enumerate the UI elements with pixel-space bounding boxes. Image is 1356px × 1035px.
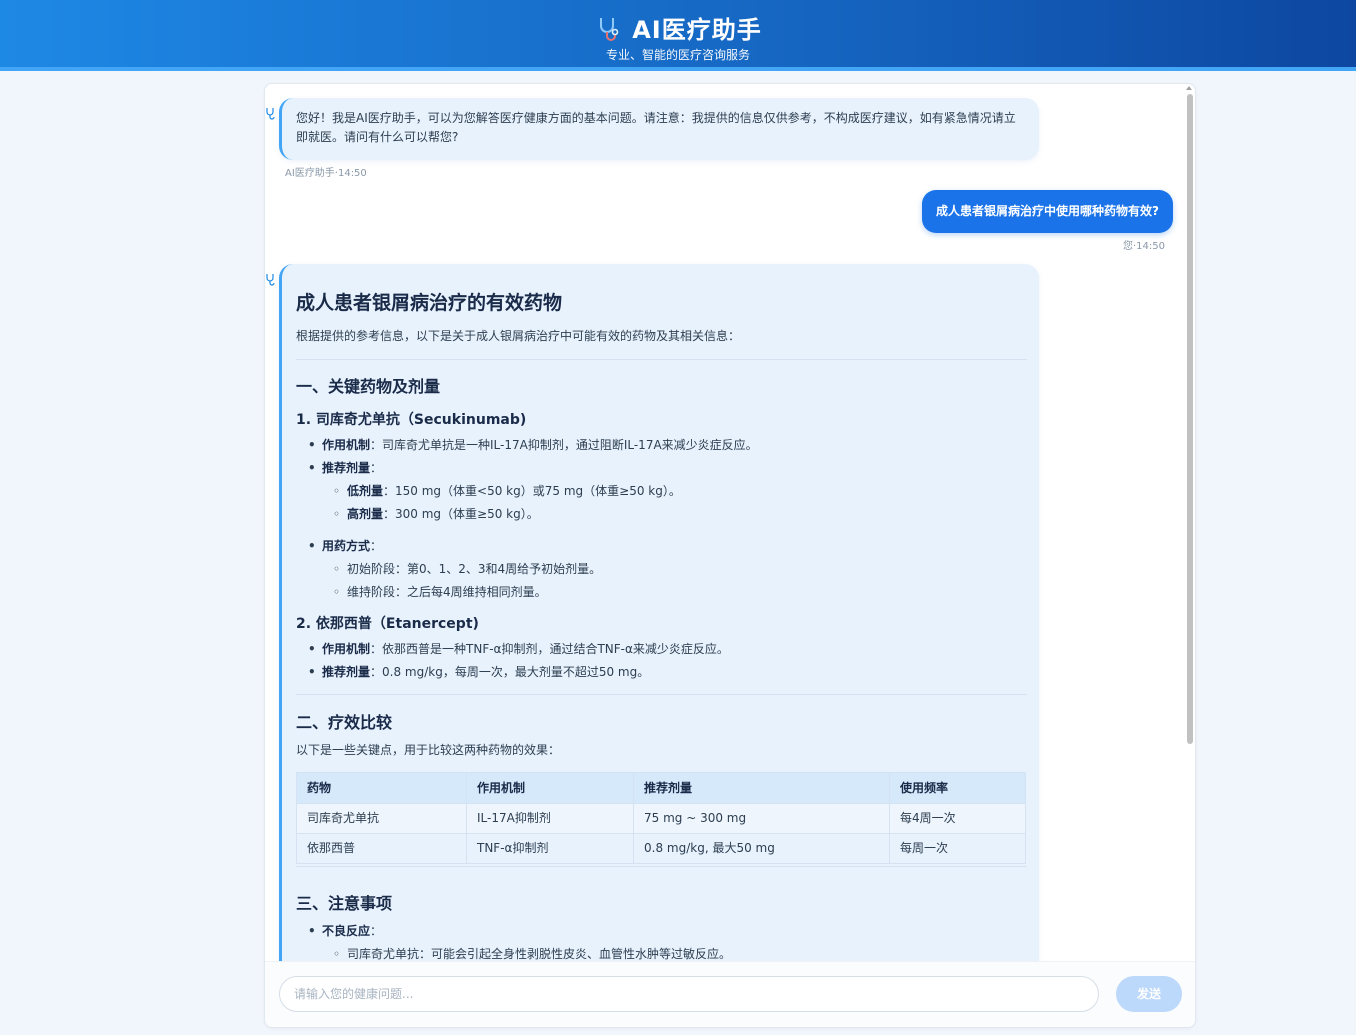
list-item: 维持阶段：之后每4周维持相同剂量。	[333, 583, 547, 602]
table-header: 作用机制	[466, 772, 634, 804]
text: ：	[370, 461, 383, 475]
input-area: 请输入您的健康问题... 发送	[265, 961, 1195, 1027]
text: ：	[370, 539, 383, 553]
app-header: AI医疗助手 专业、智能的医疗咨询服务	[0, 0, 1356, 71]
list-item: 作用机制：司库奇尤单抗是一种IL-17A抑制剂，通过阻断IL-17A来减少炎症反…	[308, 436, 758, 455]
section-heading: 一、关键药物及剂量	[296, 377, 441, 396]
answer-title: 成人患者银屑病治疗的有效药物	[296, 292, 563, 314]
compare-intro: 以下是一些关键点，用于比较这两种药物的效果：	[296, 743, 561, 757]
user-message: 成人患者银屑病治疗中使用哪种药物有效?	[922, 190, 1173, 233]
message-list[interactable]: 您好！我是AI医疗助手，可以为您解答医疗健康方面的基本问题。请注意：我提供的信息…	[265, 84, 1185, 962]
table-cell: 75 mg ~ 300 mg	[633, 803, 890, 834]
divider	[296, 359, 1027, 360]
list-item: 高剂量：300 mg（体重≥50 kg）。	[333, 505, 539, 524]
table-cell: 司库奇尤单抗	[296, 803, 467, 834]
label: 推荐剂量	[322, 665, 371, 679]
input-placeholder: 请输入您的健康问题...	[294, 987, 414, 1001]
table-cell: 每4周一次	[889, 803, 1026, 834]
table-header: 药物	[296, 772, 467, 804]
label: 不良反应	[322, 924, 371, 938]
app-title: AI医疗助手	[632, 16, 762, 44]
bot-message-greeting: 您好！我是AI医疗助手，可以为您解答医疗健康方面的基本问题。请注意：我提供的信息…	[279, 98, 1039, 160]
text: ：	[370, 924, 383, 938]
app-subtitle: 专业、智能的医疗咨询服务	[605, 48, 750, 62]
list-item: 初始阶段：第0、1、2、3和4周给予初始剂量。	[333, 560, 601, 579]
divider	[296, 694, 1027, 695]
message-input[interactable]: 请输入您的健康问题...	[279, 976, 1099, 1012]
bot-message-meta: AI医疗助手·14:50	[285, 168, 367, 179]
stethoscope-icon	[600, 17, 619, 41]
bot-avatar-icon	[266, 274, 275, 286]
list-item: 低剂量：150 mg（体重<50 kg）或75 mg（体重≥50 kg）。	[333, 482, 681, 501]
bot-message-answer: 成人患者银屑病治疗的有效药物 根据提供的参考信息，以下是关于成人银屑病治疗中可能…	[279, 264, 1039, 962]
greeting-text: 您好！我是AI医疗助手，可以为您解答医疗健康方面的基本问题。请注意：我提供的信息…	[296, 111, 1016, 144]
label: 作用机制	[322, 438, 371, 452]
label: 低剂量	[347, 484, 384, 498]
list-item: 用药方式：	[308, 537, 383, 556]
text: ：依那西普是一种TNF-α抑制剂，通过结合TNF-α来减少炎症反应。	[370, 642, 729, 656]
section-heading: 三、注意事项	[296, 894, 393, 913]
table-cell: TNF-α抑制剂	[466, 833, 634, 864]
list-item: 不良反应：	[308, 922, 383, 941]
scrollbar-thumb[interactable]	[1187, 94, 1193, 744]
list-item: 作用机制：依那西普是一种TNF-α抑制剂，通过结合TNF-α来减少炎症反应。	[308, 640, 729, 659]
answer-intro: 根据提供的参考信息，以下是关于成人银屑病治疗中可能有效的药物及其相关信息：	[296, 329, 741, 343]
table-header: 推荐剂量	[633, 772, 890, 804]
label: 推荐剂量	[322, 461, 371, 475]
chat-container: 您好！我是AI医疗助手，可以为您解答医疗健康方面的基本问题。请注意：我提供的信息…	[264, 83, 1196, 1028]
label: 高剂量	[347, 507, 384, 521]
label: 作用机制	[322, 642, 371, 656]
list-item: 司库奇尤单抗：可能会引起全身性剥脱性皮炎、血管性水肿等过敏反应。	[333, 945, 731, 962]
table-row: 司库奇尤单抗 IL-17A抑制剂 75 mg ~ 300 mg 每4周一次	[296, 803, 1026, 834]
table-cell: 0.8 mg/kg, 最大50 mg	[633, 833, 890, 864]
label: 用药方式	[322, 539, 371, 553]
scroll-up-arrow-icon[interactable]	[1186, 86, 1192, 90]
table-cell: IL-17A抑制剂	[466, 803, 634, 834]
table-cell: 每周一次	[889, 833, 1026, 864]
text: ：300 mg（体重≥50 kg）。	[383, 507, 539, 521]
user-message-meta: 您·14:50	[1123, 241, 1165, 252]
send-button[interactable]: 发送	[1116, 976, 1182, 1012]
text: ：0.8 mg/kg，每周一次，最大剂量不超过50 mg。	[370, 665, 650, 679]
table-header-row: 药物 作用机制 推荐剂量 使用频率	[296, 772, 1026, 804]
list-item: 推荐剂量：	[308, 459, 383, 478]
header-title-row: AI医疗助手	[0, 10, 1356, 45]
section-heading: 二、疗效比较	[296, 713, 393, 732]
list-item: 推荐剂量：0.8 mg/kg，每周一次，最大剂量不超过50 mg。	[308, 663, 650, 682]
table-row: 依那西普 TNF-α抑制剂 0.8 mg/kg, 最大50 mg 每周一次	[296, 833, 1026, 864]
drug-heading: 1. 司库奇尤单抗（Secukinumab)	[296, 412, 527, 428]
divider	[296, 866, 1027, 867]
comparison-table: 药物 作用机制 推荐剂量 使用频率 司库奇尤单抗 IL-17A抑制剂 75 mg…	[296, 772, 1026, 864]
bot-avatar-icon	[266, 108, 275, 120]
text: ：150 mg（体重<50 kg）或75 mg（体重≥50 kg）。	[383, 484, 681, 498]
user-message-text: 成人患者银屑病治疗中使用哪种药物有效?	[936, 204, 1159, 218]
text: ：司库奇尤单抗是一种IL-17A抑制剂，通过阻断IL-17A来减少炎症反应。	[370, 438, 758, 452]
drug-heading: 2. 依那西普（Etanercept)	[296, 616, 479, 632]
table-header: 使用频率	[889, 772, 1026, 804]
table-cell: 依那西普	[296, 833, 467, 864]
